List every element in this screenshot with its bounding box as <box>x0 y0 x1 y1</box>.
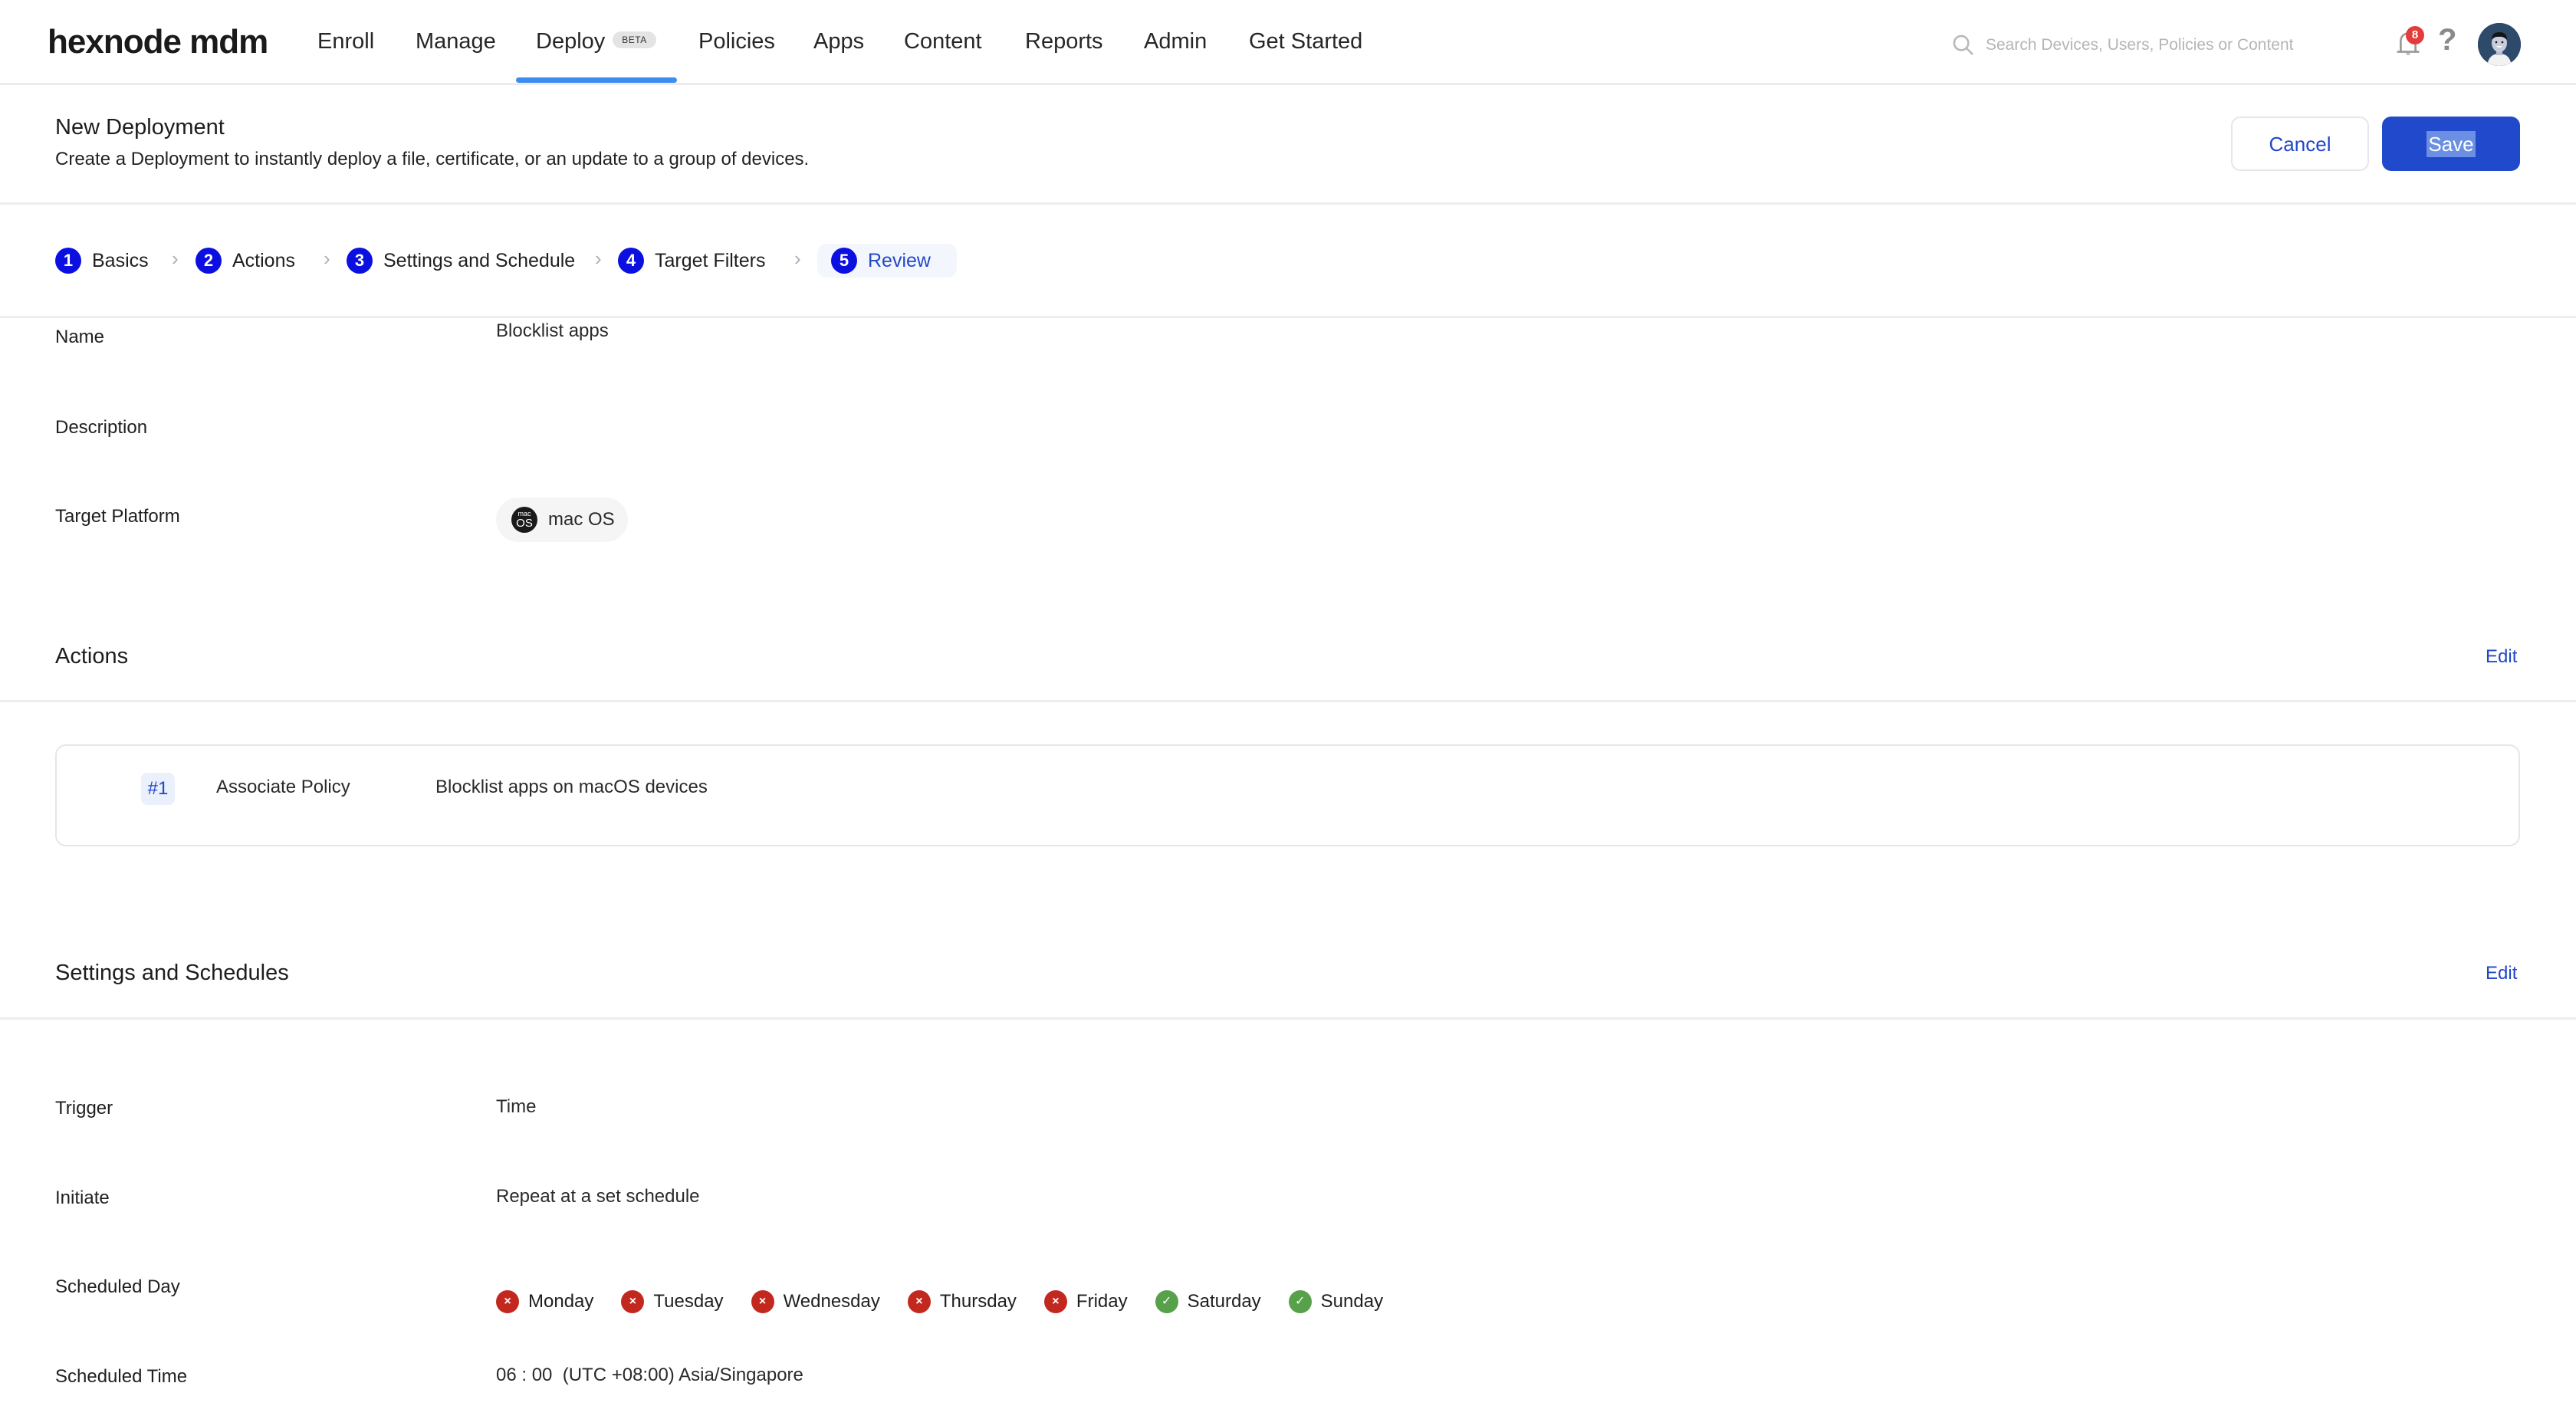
step-number: 5 <box>831 248 857 274</box>
page-subtitle: Create a Deployment to instantly deploy … <box>55 149 810 169</box>
step-label: Settings and Schedule <box>383 249 576 271</box>
day-tuesday: × Tuesday <box>621 1290 724 1313</box>
help-icon[interactable]: ? <box>2438 23 2456 57</box>
avatar-person-icon <box>2478 23 2521 66</box>
day-disabled-x-icon: × <box>1043 1290 1067 1313</box>
day-label: Friday <box>1076 1291 1128 1312</box>
save-button-label: Save <box>2426 131 2476 157</box>
platform-value: mac OS <box>548 509 615 530</box>
nav-deploy-label: Deploy <box>536 29 606 54</box>
step-number: 4 <box>618 248 644 274</box>
step-label: Review <box>868 249 931 271</box>
step-settings-and-schedule[interactable]: 3 Settings and Schedule <box>347 244 575 278</box>
step-basics[interactable]: 1 Basics <box>55 244 149 278</box>
trigger-label: Trigger <box>55 1098 113 1119</box>
platform-chip-macos: mac OS mac OS <box>496 498 628 542</box>
action-card <box>55 744 2520 846</box>
step-number: 3 <box>347 248 373 274</box>
nav-reports[interactable]: Reports <box>1025 29 1103 54</box>
step-label: Basics <box>92 249 149 271</box>
day-wednesday: × Wednesday <box>751 1290 880 1313</box>
active-tab-indicator <box>516 77 677 83</box>
edit-settings-link[interactable]: Edit <box>2486 963 2517 984</box>
day-sunday: ✓ Sunday <box>1288 1290 1384 1313</box>
macos-icon: mac OS <box>511 507 537 533</box>
page-title: New Deployment <box>55 115 225 140</box>
day-label: Monday <box>528 1291 594 1312</box>
top-navbar: hexnode mdm Enroll Manage Deploy BETA Pol… <box>0 0 2576 85</box>
global-search-input[interactable] <box>1986 31 2354 60</box>
action-type: Associate Policy <box>216 777 350 797</box>
day-disabled-x-icon: × <box>907 1290 931 1313</box>
target-platform-label: Target Platform <box>55 506 180 527</box>
chevron-right-icon: › <box>595 247 602 270</box>
day-thursday: × Thursday <box>907 1290 1017 1313</box>
step-label: Actions <box>232 249 295 271</box>
step-actions[interactable]: 2 Actions <box>196 244 295 278</box>
day-label: Saturday <box>1187 1291 1261 1312</box>
nav-get-started[interactable]: Get Started <box>1249 29 1362 54</box>
title-divider <box>0 202 2576 205</box>
user-avatar[interactable] <box>2478 23 2521 66</box>
scheduled-time-label: Scheduled Time <box>55 1366 188 1387</box>
initiate-value: Repeat at a set schedule <box>496 1186 700 1207</box>
nav-policies[interactable]: Policies <box>698 29 775 54</box>
edit-actions-link[interactable]: Edit <box>2486 646 2517 668</box>
step-label: Target Filters <box>655 249 766 271</box>
nav-deploy[interactable]: Deploy BETA <box>536 29 656 54</box>
day-label: Sunday <box>1320 1291 1384 1312</box>
search-icon <box>1953 34 1973 55</box>
chevron-right-icon: › <box>324 247 330 270</box>
name-value: Blocklist apps <box>496 320 609 341</box>
name-label: Name <box>55 327 105 347</box>
chevron-right-icon: › <box>794 247 801 270</box>
settings-divider <box>0 1017 2576 1020</box>
hexnode-logo[interactable]: hexnode mdm <box>48 23 268 61</box>
day-label: Thursday <box>939 1291 1017 1312</box>
day-disabled-x-icon: × <box>496 1290 519 1313</box>
initiate-label: Initiate <box>55 1188 110 1208</box>
day-label: Wednesday <box>783 1291 880 1312</box>
cancel-button[interactable]: Cancel <box>2231 117 2369 171</box>
nav-content[interactable]: Content <box>904 29 982 54</box>
beta-badge: BETA <box>613 31 656 49</box>
action-number-badge: #1 <box>141 773 175 805</box>
day-friday: × Friday <box>1043 1290 1128 1313</box>
scheduled-day-label: Scheduled Day <box>55 1276 180 1297</box>
trigger-value: Time <box>496 1096 537 1117</box>
day-enabled-check-icon: ✓ <box>1155 1290 1178 1313</box>
day-disabled-x-icon: × <box>621 1290 645 1313</box>
nav-enroll[interactable]: Enroll <box>317 29 374 54</box>
save-button[interactable]: Save <box>2382 117 2520 171</box>
stepper-divider <box>0 316 2576 318</box>
actions-section-title: Actions <box>55 644 129 669</box>
step-target-filters[interactable]: 4 Target Filters <box>618 244 765 278</box>
scheduled-days-list: × Monday × Tuesday × Wednesday × Thursda… <box>496 1288 1411 1316</box>
actions-divider <box>0 700 2576 702</box>
notification-count-badge: 8 <box>2406 26 2424 44</box>
day-label: Tuesday <box>653 1291 724 1312</box>
scheduled-time-value: 06 : 00 (UTC +08:00) Asia/Singapore <box>496 1365 803 1385</box>
macos-icon-bottom-text: OS <box>516 517 533 530</box>
description-label: Description <box>55 417 148 438</box>
day-enabled-check-icon: ✓ <box>1288 1290 1312 1313</box>
day-disabled-x-icon: × <box>751 1290 774 1313</box>
settings-section-title: Settings and Schedules <box>55 961 289 985</box>
step-number: 1 <box>55 248 81 274</box>
step-review[interactable]: 5 Review <box>817 244 957 278</box>
day-monday: × Monday <box>496 1290 593 1313</box>
nav-apps[interactable]: Apps <box>813 29 864 54</box>
nav-admin[interactable]: Admin <box>1144 29 1207 54</box>
day-saturday: ✓ Saturday <box>1155 1290 1261 1313</box>
chevron-right-icon: › <box>172 247 179 270</box>
nav-manage[interactable]: Manage <box>416 29 496 54</box>
step-number: 2 <box>196 248 222 274</box>
action-description: Blocklist apps on macOS devices <box>435 777 708 797</box>
